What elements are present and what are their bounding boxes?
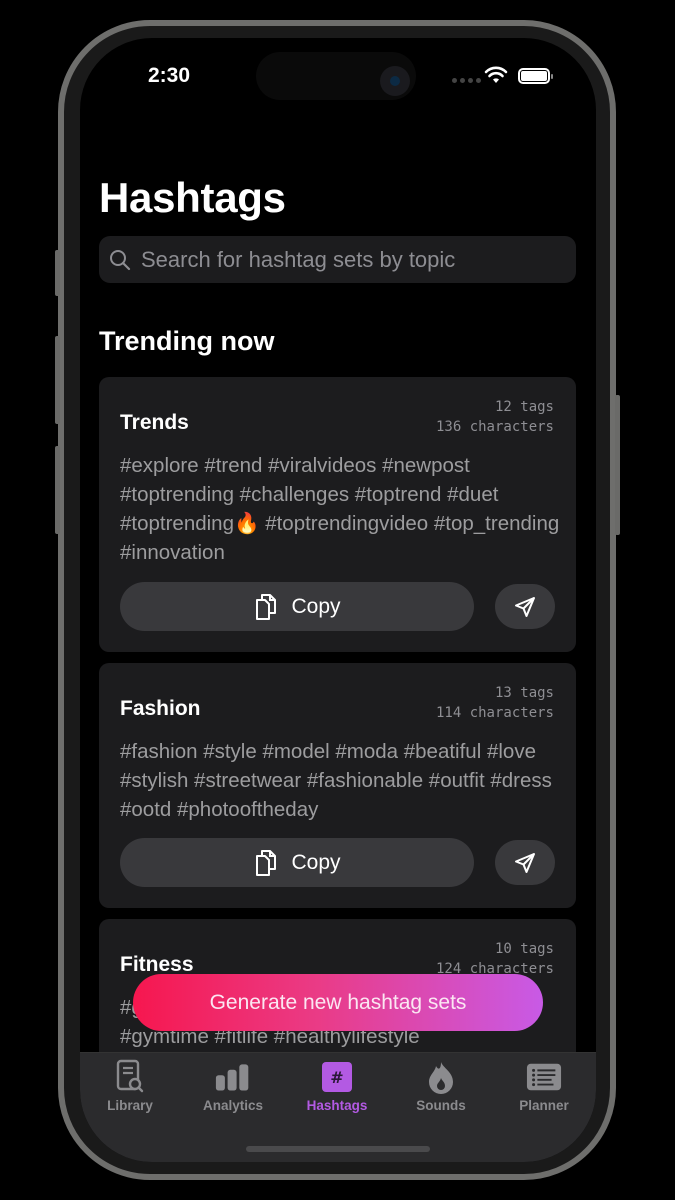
copy-icon (256, 849, 277, 876)
tab-analytics[interactable]: Analytics (183, 1059, 283, 1113)
list-icon (526, 1059, 562, 1095)
tab-label: Library (107, 1098, 153, 1113)
copy-label: Copy (291, 594, 341, 618)
search-icon (110, 249, 131, 270)
hashtag-card-trends: Trends 12 tags 136 characters #explore #… (99, 377, 576, 652)
tags-count: 13 tags (494, 685, 554, 701)
tab-label: Sounds (416, 1098, 466, 1113)
side-button-volume-down (55, 446, 60, 534)
card-title: Trends (120, 411, 189, 434)
flame-icon (423, 1059, 459, 1095)
search-bar[interactable] (99, 236, 576, 283)
section-title: Trending now (99, 326, 275, 356)
tab-label: Hashtags (306, 1098, 368, 1113)
send-icon (515, 596, 535, 617)
hashtag-list: #explore #trend #viralvideos #newpost #t… (120, 454, 560, 564)
svg-text:#: # (330, 1068, 343, 1087)
wifi-icon (484, 66, 508, 83)
characters-count: 136 characters (435, 419, 554, 435)
side-button-volume-up (55, 336, 60, 424)
tab-label: Planner (519, 1098, 569, 1113)
tags-count: 12 tags (494, 399, 554, 415)
generate-hashtag-sets-button[interactable]: Generate new hashtag sets (133, 974, 543, 1031)
copy-icon (256, 593, 277, 620)
card-meta: 13 tags 114 characters (436, 683, 554, 723)
tab-library[interactable]: Library (80, 1059, 180, 1113)
side-button-action (55, 250, 60, 296)
card-meta: 12 tags 136 characters (436, 397, 554, 437)
tab-label: Analytics (202, 1098, 264, 1113)
cellular-signal-icon (452, 78, 481, 83)
status-time: 2:30 (148, 64, 191, 87)
copy-label: Copy (291, 850, 341, 874)
share-button[interactable] (495, 840, 555, 885)
send-icon (515, 852, 535, 873)
hashtag-icon: # (319, 1059, 355, 1095)
characters-count: 114 characters (435, 705, 554, 721)
home-indicator[interactable] (246, 1146, 430, 1152)
side-button-power (615, 395, 620, 535)
tab-hashtags[interactable]: # Hashtags (287, 1059, 387, 1113)
generate-button-label: Generate new hashtag sets (209, 990, 467, 1014)
tab-planner[interactable]: Planner (494, 1059, 594, 1113)
card-title: Fashion (120, 697, 201, 720)
search-input[interactable] (141, 246, 576, 273)
hashtag-card-fashion: Fashion 13 tags 114 characters #fashion … (99, 663, 576, 908)
screen: 2:30 Hashtags Trending now Trends 12 tag… (80, 38, 596, 1162)
tab-bar: Library Analytics # Hashtags Sounds Plan… (80, 1052, 596, 1162)
share-button[interactable] (495, 584, 555, 629)
battery-icon (518, 68, 553, 84)
page-title: Hashtags (99, 174, 286, 221)
copy-button[interactable]: Copy (120, 838, 474, 887)
hashtag-list: #fashion #style #model #moda #beatiful #… (120, 740, 552, 821)
card-meta: 10 tags 124 characters (436, 939, 554, 979)
document-search-icon (112, 1059, 148, 1095)
camera-icon (380, 66, 410, 96)
tags-count: 10 tags (494, 941, 554, 957)
bar-chart-icon (215, 1059, 251, 1095)
copy-button[interactable]: Copy (120, 582, 474, 631)
tab-sounds[interactable]: Sounds (391, 1059, 491, 1113)
